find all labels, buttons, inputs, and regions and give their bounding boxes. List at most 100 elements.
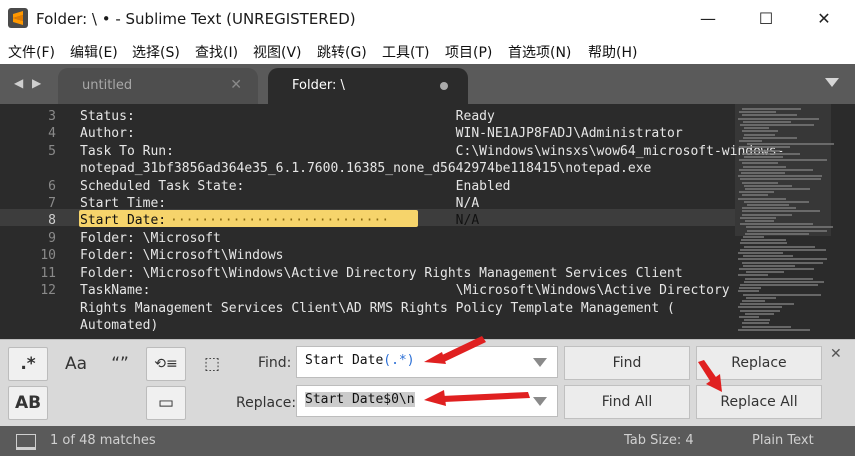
minimap-line: [747, 229, 827, 232]
find-history-dropdown-icon[interactable]: [533, 358, 547, 367]
close-button[interactable]: ✕: [795, 0, 853, 38]
whole-word-toggle[interactable]: “”: [100, 347, 140, 381]
code-line: Scheduled Task State: Enabled: [80, 179, 511, 194]
red-arrow-annotation: [424, 336, 486, 364]
case-sensitive-toggle[interactable]: Aa: [56, 347, 96, 381]
line-number: 6: [48, 179, 56, 194]
vertical-scrollbar[interactable]: [840, 104, 855, 339]
code-line: Start Time: N/A: [80, 196, 480, 211]
highlight-matches-toggle[interactable]: AB: [8, 386, 48, 420]
replace-label: Replace:: [236, 395, 297, 411]
minimap-line: [743, 255, 793, 258]
unsaved-dot-icon[interactable]: [440, 82, 448, 90]
minimap-line: [742, 210, 820, 213]
tab-bar: ◀ ▶ untitled ✕ Folder: \: [0, 64, 855, 104]
menu-view[interactable]: 视图(V): [253, 42, 302, 62]
minimap-line: [747, 204, 789, 206]
menu-tools[interactable]: 工具(T): [382, 42, 429, 62]
line-number: 7: [48, 196, 56, 211]
minimap-line: [740, 223, 813, 226]
line-number: 5: [48, 144, 56, 159]
minimap[interactable]: [738, 104, 838, 339]
minimap-line: [743, 264, 795, 267]
minimap-line: [743, 293, 821, 296]
minimap-line: [742, 162, 778, 165]
menu-selection[interactable]: 选择(S): [132, 42, 180, 62]
tab-untitled[interactable]: untitled ✕: [58, 68, 258, 104]
in-selection-toggle[interactable]: ⬚: [192, 347, 232, 381]
menu-file[interactable]: 文件(F): [8, 42, 55, 62]
code-line: notepad_31bf3856ad364e35_6.1.7600.16385_…: [80, 161, 652, 176]
code-line: Automated): [80, 318, 159, 333]
close-find-panel-icon[interactable]: ✕: [830, 346, 842, 362]
code-line: TaskName: \Microsoft\Windows\Active Dire…: [80, 283, 730, 298]
whitespace-dots: ·································: [170, 213, 392, 228]
minimap-line: [739, 140, 762, 142]
code-line: Task To Run: C:\Windows\winsxs\wow64_mic…: [80, 144, 785, 159]
minimap-line: [738, 328, 810, 331]
minimap-line: [744, 133, 775, 136]
tab-size[interactable]: Tab Size: 4: [624, 433, 694, 448]
minimap-line: [742, 152, 800, 155]
minimap-line: [742, 207, 796, 210]
minimize-button[interactable]: —: [679, 0, 737, 38]
minimap-line: [738, 274, 768, 277]
minimap-line: [743, 165, 786, 168]
menu-find[interactable]: 查找(I): [195, 42, 238, 62]
find-regex-text: (.*): [383, 353, 415, 368]
minimap-line: [745, 312, 774, 315]
status-bar: 1 of 48 matches Tab Size: 4 Plain Text: [0, 426, 855, 456]
code-line: Folder: \Microsoft\Windows: [80, 248, 284, 263]
menu-help[interactable]: 帮助(H): [588, 42, 637, 62]
tab-prev-icon[interactable]: ◀: [14, 76, 23, 90]
find-all-button[interactable]: Find All: [564, 385, 690, 419]
line-number: 12: [40, 283, 56, 298]
menu-preferences[interactable]: 首选项(N): [508, 42, 571, 62]
panel-toggle-icon[interactable]: [16, 434, 36, 450]
red-arrow-annotation: [424, 390, 530, 406]
minimap-line: [740, 242, 787, 245]
minimap-line: [742, 213, 792, 216]
syntax-mode[interactable]: Plain Text: [752, 433, 814, 448]
minimap-line: [738, 117, 819, 120]
red-arrow-annotation: [698, 360, 722, 392]
minimap-line: [739, 191, 774, 194]
minimap-line: [739, 111, 776, 114]
menu-project[interactable]: 项目(P): [445, 42, 492, 62]
minimap-line: [740, 284, 818, 286]
line-number: 11: [40, 266, 56, 281]
maximize-button[interactable]: ☐: [737, 0, 795, 38]
replace-history-dropdown-icon[interactable]: [533, 397, 547, 406]
minimap-line: [743, 120, 791, 123]
minimap-line: [742, 325, 791, 328]
minimap-line: [744, 280, 824, 283]
find-button[interactable]: Find: [564, 346, 690, 380]
tab-folder[interactable]: Folder: \: [268, 68, 468, 104]
tab-list-dropdown-icon[interactable]: [825, 78, 839, 87]
preserve-case-toggle[interactable]: ▭: [146, 386, 186, 420]
minimap-line: [743, 236, 764, 238]
minimap-line: [738, 252, 783, 254]
line-number: 4: [48, 126, 56, 141]
close-tab-icon[interactable]: ✕: [230, 77, 242, 93]
wrap-toggle[interactable]: ⟲≡: [146, 347, 186, 381]
minimap-line: [739, 316, 759, 318]
tab-label: Folder: \: [292, 78, 345, 93]
minimap-line: [742, 130, 778, 133]
menu-edit[interactable]: 编辑(E): [70, 42, 118, 62]
editor-area[interactable]: 3 Status: Ready 4 Author: WIN-NE1AJP8FAD…: [0, 104, 855, 339]
minimap-line: [742, 300, 765, 302]
minimap-line: [740, 309, 780, 312]
minimap-line: [740, 303, 794, 306]
tab-next-icon[interactable]: ▶: [32, 76, 41, 90]
minimap-line: [746, 226, 833, 229]
sublime-text-icon: [8, 8, 28, 28]
minimap-line: [745, 188, 810, 190]
minimap-line: [738, 197, 786, 200]
code-line: Author: WIN-NE1AJP8FADJ\Administrator: [80, 126, 683, 141]
minimap-line: [738, 258, 827, 261]
minimap-line: [745, 277, 813, 280]
menu-goto[interactable]: 跳转(G): [317, 42, 367, 62]
regex-toggle[interactable]: .*: [8, 347, 48, 381]
minimap-line: [740, 216, 776, 219]
